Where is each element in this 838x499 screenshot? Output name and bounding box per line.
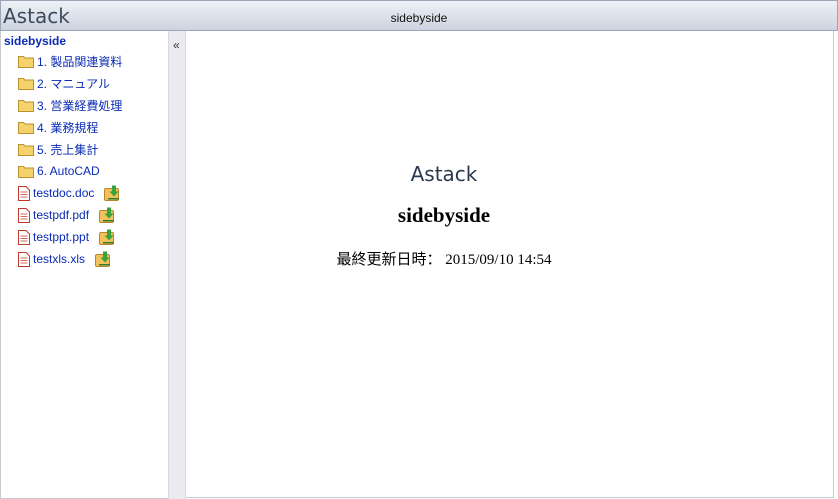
file-icon (18, 251, 30, 267)
file-item[interactable]: testxls.xls (18, 250, 113, 268)
folder-icon (18, 77, 34, 90)
folder-icon (18, 99, 34, 112)
tree-root[interactable]: sidebyside (4, 34, 66, 48)
folder-label: 4. 業務規程 (37, 120, 99, 135)
folder-label: 6. AutoCAD (37, 164, 100, 178)
folder-label: 1. 製品関連資料 (37, 54, 123, 69)
folder-item[interactable]: 1. 製品関連資料 (18, 52, 122, 70)
download-icon[interactable] (99, 207, 117, 223)
last-updated-text: 最終更新日時： 2015/09/10 14:54 (336, 252, 552, 268)
sidebar: sidebyside 1. 製品関連資料 2. マニュアル 3. 営業経費処理 … (0, 31, 168, 499)
folder-item[interactable]: 5. 売上集計 (18, 140, 98, 158)
file-icon (18, 207, 30, 223)
download-icon[interactable] (99, 229, 117, 245)
folder-icon (18, 165, 34, 178)
download-icon[interactable] (95, 251, 113, 267)
title-bar: Astack sidebyside (0, 0, 838, 31)
file-label: testpdf.pdf (33, 208, 90, 222)
content-logo: Astack (410, 162, 478, 186)
collapse-sidebar-button[interactable]: « (173, 38, 180, 52)
file-item[interactable]: testppt.ppt (18, 228, 117, 246)
content-title: sidebyside (397, 203, 491, 227)
file-icon (18, 229, 30, 245)
folder-item[interactable]: 2. マニュアル (18, 74, 110, 92)
folder-label: 3. 営業経費処理 (37, 98, 123, 113)
window-title: sidebyside (390, 11, 448, 25)
file-label: testdoc.doc (33, 186, 95, 200)
folder-item[interactable]: 3. 営業経費処理 (18, 96, 122, 114)
file-item[interactable]: testpdf.pdf (18, 206, 117, 224)
folder-icon (18, 121, 34, 134)
file-item[interactable]: testdoc.doc (18, 184, 122, 202)
sidebar-collapse-strip[interactable]: « (168, 31, 186, 499)
folder-item[interactable]: 4. 業務規程 (18, 118, 98, 136)
folder-icon (18, 55, 34, 68)
main-content: Astack sidebyside 最終更新日時： 2015/09/10 14:… (186, 31, 834, 498)
file-label: testxls.xls (33, 252, 86, 266)
folder-label: 5. 売上集計 (37, 142, 99, 157)
folder-item[interactable]: 6. AutoCAD (18, 162, 100, 180)
file-icon (18, 185, 30, 201)
download-icon[interactable] (104, 185, 122, 201)
folder-icon (18, 143, 34, 156)
file-label: testppt.ppt (33, 230, 90, 244)
folder-label: 2. マニュアル (37, 76, 110, 91)
